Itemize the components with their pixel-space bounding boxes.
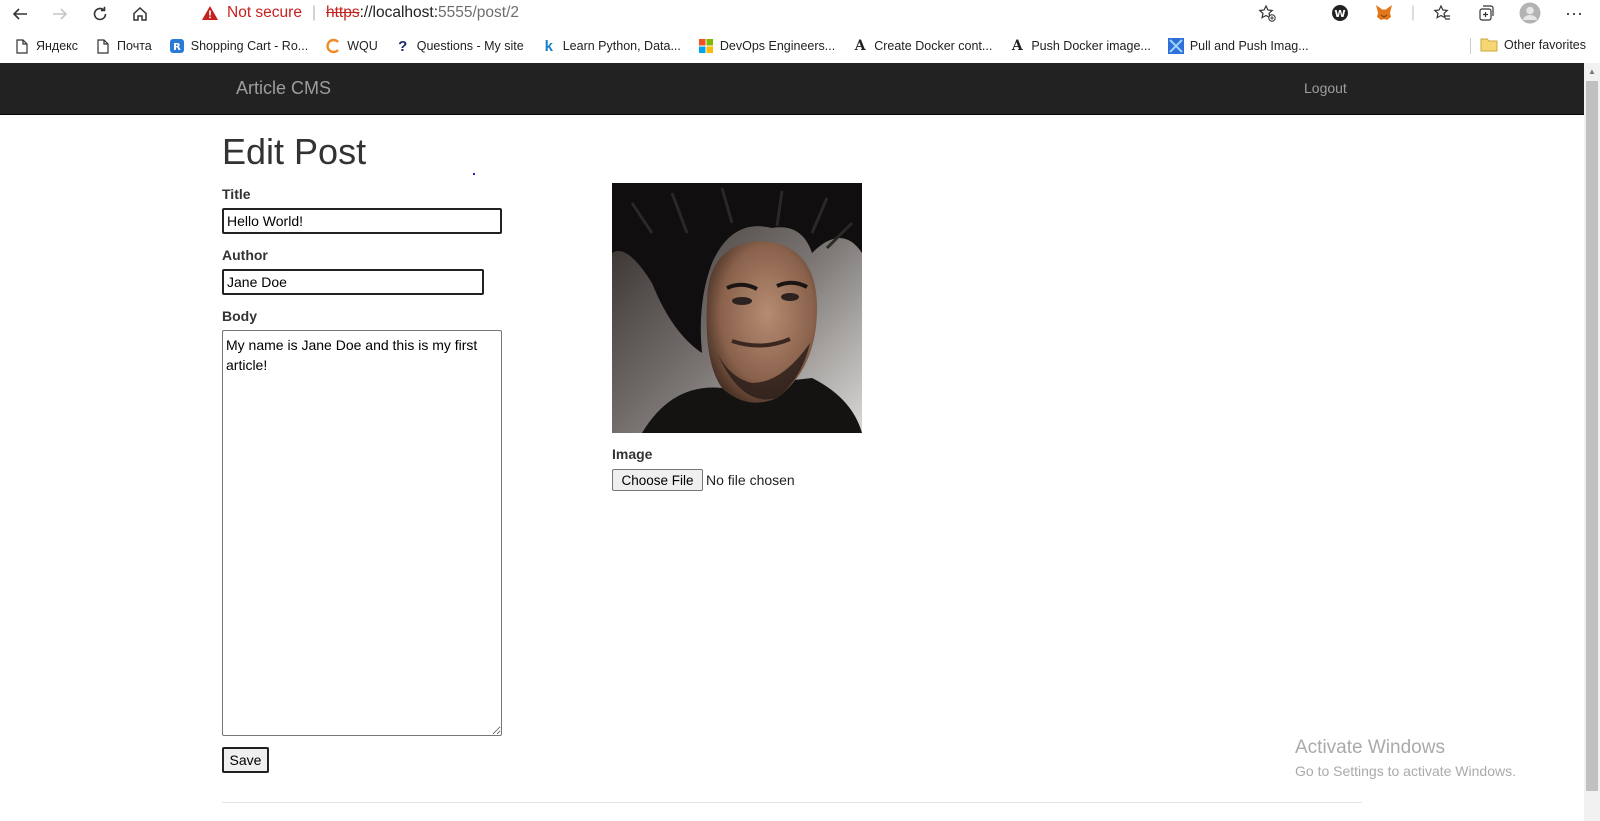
bookmark-label: Learn Python, Data... (562, 39, 681, 53)
bookmark-label: Pull and Push Imag... (1189, 39, 1309, 53)
bookmark-label: Shopping Cart - Ro... (190, 39, 309, 53)
post-image (612, 183, 862, 433)
azure-logo-icon (1167, 38, 1184, 54)
bookmark-label: DevOps Engineers... (719, 39, 836, 53)
address-separator: | (311, 4, 316, 21)
bookmark-item[interactable]: A Create Docker cont... (852, 38, 993, 54)
body-textarea[interactable]: My name is Jane Doe and this is my first… (222, 330, 502, 736)
image-label: Image (612, 446, 653, 462)
brand-link[interactable]: Article CMS (236, 78, 331, 99)
app-navbar: Article CMS Logout (0, 63, 1584, 115)
bookmarks-divider (1470, 38, 1471, 54)
page-title: Edit Post (222, 131, 367, 172)
bookmark-item[interactable]: WQU (325, 38, 378, 54)
k-logo-icon: k (544, 37, 553, 55)
other-favorites[interactable]: Other favorites (1480, 37, 1586, 53)
back-arrow-icon (12, 8, 27, 20)
bookmark-item[interactable]: k Learn Python, Data... (541, 37, 681, 55)
refresh-button[interactable] (80, 0, 120, 28)
svg-text:W: W (1334, 9, 1345, 20)
bookmark-item[interactable]: DevOps Engineers... (698, 38, 835, 54)
bookmark-item[interactable]: Pull and Push Imag... (1167, 38, 1309, 54)
a-logo-icon: A (854, 38, 866, 54)
url-path: 5555/post/2 (438, 4, 520, 21)
browser-right-icons: W | ··· (1318, 0, 1596, 26)
scroll-up-arrow-icon[interactable]: ▲ (1588, 67, 1596, 76)
warning-triangle-icon (202, 6, 218, 20)
browser-toolbar: Not secure | https://localhost: 5555/post… (0, 0, 1600, 28)
watermark-line-1: Activate Windows (1295, 737, 1445, 758)
bookmark-label: Почта (117, 39, 152, 53)
profile-avatar-icon[interactable] (1508, 0, 1552, 26)
cart-logo-icon: R (169, 38, 185, 54)
activate-windows-watermark: Activate Windows Go to Settings to activ… (1295, 737, 1516, 779)
back-button[interactable] (0, 0, 40, 28)
home-icon (133, 6, 147, 21)
bookmark-item[interactable]: ? Questions - My site (395, 37, 524, 55)
choose-file-button[interactable]: Choose File (612, 469, 703, 491)
bookmark-label: Push Docker image... (1031, 39, 1151, 53)
bookmark-label: Create Docker cont... (874, 39, 993, 53)
microsoft-logo-icon (698, 38, 714, 54)
logout-link[interactable]: Logout (1304, 80, 1347, 96)
a-logo-icon: A (1011, 38, 1023, 54)
question-icon: ? (398, 37, 408, 55)
extension-w-icon[interactable]: W (1318, 0, 1362, 26)
collections-icon[interactable] (1464, 0, 1508, 26)
url-host: ://localhost: (359, 4, 438, 21)
toolbar-divider: | (1410, 4, 1416, 21)
forward-arrow-icon (53, 8, 68, 20)
scroll-thumb[interactable] (1586, 81, 1598, 791)
watermark-line-2: Go to Settings to activate Windows. (1295, 763, 1516, 779)
settings-more-icon[interactable]: ··· (1552, 0, 1596, 26)
bookmark-item[interactable]: A Push Docker image... (1009, 38, 1151, 54)
title-input[interactable] (222, 208, 502, 234)
forward-button[interactable] (40, 0, 80, 28)
title-label: Title (222, 186, 251, 202)
url-scheme: https (325, 4, 360, 21)
bookmark-item[interactable]: Почта (95, 38, 152, 54)
wqu-logo-icon (325, 38, 341, 54)
author-label: Author (222, 247, 268, 263)
stray-dot (473, 173, 475, 175)
bookmark-label: Questions - My site (416, 39, 524, 53)
folder-icon (1480, 37, 1498, 53)
page-icon (14, 38, 30, 54)
home-button[interactable] (120, 0, 160, 28)
add-favorite-icon[interactable] (1258, 4, 1276, 22)
no-file-text: No file chosen (706, 472, 795, 488)
page-icon (95, 38, 111, 54)
save-button[interactable]: Save (222, 747, 269, 773)
address-bar[interactable]: Not secure | https://localhost: 5555/post… (188, 0, 1288, 26)
refresh-icon (93, 6, 107, 21)
page-scrollbar[interactable]: ▲ (1584, 63, 1600, 821)
metamask-fox-icon[interactable] (1362, 0, 1406, 26)
bookmarks-bar: Яндекс Почта R Shopping Cart - Ro... WQU… (0, 32, 1600, 60)
author-input[interactable] (222, 269, 484, 295)
bookmark-item[interactable]: R Shopping Cart - Ro... (169, 38, 308, 54)
bookmark-item[interactable]: Яндекс (14, 38, 78, 54)
not-secure-label[interactable]: Not secure (227, 4, 302, 22)
other-favorites-label: Other favorites (1504, 38, 1586, 52)
footer-divider (222, 802, 1362, 803)
bookmark-label: WQU (347, 39, 378, 53)
svg-text:R: R (173, 42, 181, 53)
favorites-icon[interactable] (1420, 0, 1464, 26)
bookmark-label: Яндекс (36, 39, 79, 53)
body-label: Body (222, 308, 257, 324)
